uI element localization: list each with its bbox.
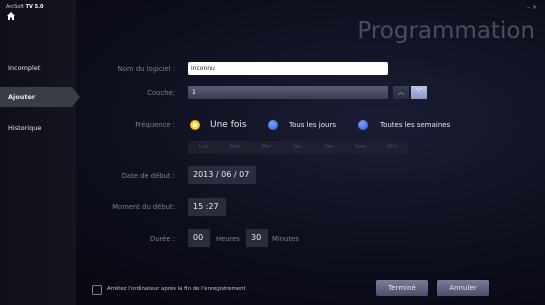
day-thu[interactable]: Jeu — [282, 141, 313, 154]
day-fri[interactable]: Ven — [314, 141, 345, 154]
cancel-button[interactable]: Annuler — [437, 280, 489, 296]
sidebar-item-ajouter[interactable]: Ajouter — [0, 87, 80, 107]
day-sun[interactable]: Dim — [377, 141, 408, 154]
chevron-down-icon: ﹀ — [415, 88, 423, 96]
duration-minutes-field[interactable]: 30 — [246, 229, 268, 247]
day-mon[interactable]: Lun — [188, 141, 219, 154]
day-tue[interactable]: Mar — [219, 141, 250, 154]
brand-prefix: ArcSoft — [6, 4, 24, 10]
sidebar-item-historique[interactable]: Historique — [0, 118, 76, 138]
layer-label: Couche: — [147, 89, 175, 97]
radio-weekly-label: Toutes les semaines — [380, 121, 451, 129]
sidebar-item-label: Ajouter — [8, 93, 36, 101]
page-title: Programmation — [357, 18, 535, 44]
hours-label: Heures — [216, 235, 240, 243]
radio-weekly[interactable] — [358, 120, 368, 130]
minutes-label: Minutes — [272, 235, 299, 243]
start-date-field[interactable]: 2013 / 06 / 07 — [188, 166, 256, 184]
radio-daily[interactable] — [268, 120, 278, 130]
day-wed[interactable]: Mer — [251, 141, 282, 154]
sidebar-item-incomplet[interactable]: Incomplet — [0, 58, 76, 78]
done-button[interactable]: Terminé — [376, 280, 428, 296]
start-time-field[interactable]: 15 :27 — [188, 198, 226, 216]
app-brand: ArcSoft TV 5.0 — [6, 4, 43, 10]
close-icon[interactable]: × — [532, 4, 539, 11]
radio-once[interactable] — [190, 120, 200, 130]
layer-field[interactable]: 1 — [188, 86, 388, 99]
software-name-label: Nom du logiciel : — [117, 65, 175, 73]
sidebar — [0, 0, 76, 305]
shutdown-checkbox[interactable] — [92, 285, 102, 295]
duration-hours-field[interactable]: 00 — [188, 229, 210, 247]
layer-up-button[interactable]: ︿ — [393, 86, 409, 99]
radio-daily-label: Tous les jours — [289, 121, 336, 129]
window-controls[interactable]: –× — [527, 4, 539, 11]
start-time-label: Moment du début: — [112, 203, 175, 211]
home-icon[interactable] — [6, 11, 16, 21]
start-date-label: Date de début : — [121, 172, 175, 180]
layer-down-button[interactable]: ﹀ — [411, 86, 427, 99]
sidebar-item-label: Historique — [8, 124, 42, 132]
weekday-selector: Lun Mar Mer Jeu Ven Sam Dim — [188, 141, 408, 154]
frequency-label: Fréquence : — [135, 121, 175, 129]
chevron-up-icon: ︿ — [397, 88, 405, 96]
day-sat[interactable]: Sam — [345, 141, 376, 154]
duration-label: Durée : — [149, 235, 175, 243]
sidebar-item-label: Incomplet — [8, 64, 41, 72]
app-window: ArcSoft TV 5.0 –× Incomplet Ajouter Hist… — [0, 0, 545, 305]
brand-name: TV 5.0 — [25, 4, 44, 10]
software-name-input[interactable]: inconnu — [188, 62, 388, 75]
radio-once-label: Une fois — [210, 120, 247, 130]
shutdown-checkbox-label: Arrêtez l'ordinateur après la fin de l'e… — [107, 286, 246, 292]
